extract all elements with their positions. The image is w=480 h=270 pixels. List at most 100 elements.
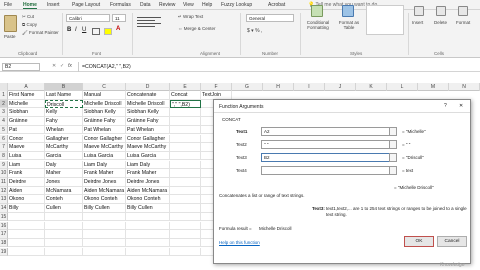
table-cell[interactable]: Deirdre Jones [126, 178, 170, 187]
tab-file[interactable]: File [4, 2, 12, 8]
table-cell[interactable] [170, 195, 201, 204]
table-cell[interactable] [170, 212, 201, 222]
table-cell[interactable]: Pat Whelan [83, 125, 126, 135]
bold-icon[interactable]: B [67, 27, 71, 33]
table-cell[interactable]: Pat [8, 125, 45, 135]
tab-formulas[interactable]: Formulas [110, 2, 131, 8]
arg-input-text2[interactable]: " " [261, 140, 391, 149]
table-cell[interactable]: Siobhan Kelly [126, 108, 170, 117]
table-cell[interactable]: Gráinne Fahy [83, 117, 126, 126]
table-cell[interactable]: Aiden McNamara [126, 186, 170, 196]
alignment-icons[interactable] [137, 15, 167, 35]
column-header[interactable]: G [232, 83, 263, 91]
table-cell[interactable] [83, 212, 126, 222]
insert-function-icon[interactable]: fx [68, 63, 72, 69]
row-header[interactable]: 12 [0, 186, 8, 196]
table-cell[interactable] [170, 143, 201, 152]
column-header[interactable]: F [201, 83, 232, 91]
table-cell[interactable] [83, 247, 126, 257]
table-cell[interactable]: Michelle Driscoll [83, 99, 126, 109]
column-header[interactable]: B [45, 83, 83, 91]
paste-icon[interactable] [4, 15, 17, 32]
formula-input[interactable]: =CONCAT(A2," ",B2) [82, 64, 131, 70]
range-select-icon[interactable] [389, 127, 397, 136]
table-cell[interactable]: Okono [8, 195, 45, 204]
table-cell[interactable] [170, 108, 201, 117]
table-cell[interactable]: Maeve McCarthy [126, 143, 170, 152]
row-header[interactable]: 11 [0, 178, 8, 187]
table-cell[interactable]: McCarthy [45, 143, 83, 152]
underline-icon[interactable]: U [82, 27, 86, 33]
conditional-formatting-button[interactable]: Conditional Formatting [303, 20, 333, 30]
row-header[interactable]: 19 [0, 247, 8, 257]
row-header[interactable]: 5 [0, 125, 8, 135]
table-cell[interactable]: Liam [8, 160, 45, 170]
table-cell[interactable] [45, 212, 83, 222]
table-cell[interactable]: Michelle Driscoll [126, 99, 170, 109]
table-cell[interactable]: Billy Cullen [83, 204, 126, 213]
table-cell[interactable]: Billy [8, 204, 45, 213]
row-header[interactable]: 6 [0, 134, 8, 143]
table-cell[interactable]: Cullen [45, 204, 83, 213]
row-header[interactable]: 9 [0, 160, 8, 170]
table-cell[interactable]: Whelan [45, 125, 83, 135]
row-header[interactable]: 15 [0, 212, 8, 222]
table-cell[interactable]: Kelly [45, 108, 83, 117]
table-cell[interactable]: Maeve McCarthy [83, 143, 126, 152]
format-cells-icon[interactable] [458, 6, 468, 16]
dialog-close-button[interactable]: ✕ [459, 103, 463, 109]
table-cell[interactable] [170, 151, 201, 161]
table-cell[interactable] [45, 238, 83, 248]
table-cell[interactable]: Billy Cullen [126, 204, 170, 213]
active-edit-cell[interactable]: "," ",B2) [170, 99, 201, 109]
tab-page-layout[interactable]: Page Layout [72, 2, 100, 8]
table-cell[interactable] [83, 221, 126, 230]
arg-input-text1[interactable]: A2 [261, 127, 391, 136]
column-header[interactable]: M [418, 83, 449, 91]
table-cell[interactable]: Okono Conteh [126, 195, 170, 204]
table-cell[interactable] [126, 238, 170, 248]
font-color-icon[interactable]: A [116, 26, 120, 32]
wrap-text-button[interactable]: ↵ Wrap Text [178, 14, 203, 20]
row-header[interactable]: 17 [0, 230, 8, 239]
table-cell[interactable]: Frank Maher [126, 169, 170, 178]
fill-color-icon[interactable] [104, 28, 112, 35]
dialog-help-button[interactable]: ? [444, 103, 447, 109]
ok-button[interactable]: OK [404, 236, 434, 247]
table-cell[interactable]: Liam Daly [83, 160, 126, 170]
range-select-icon[interactable] [389, 140, 397, 149]
table-cell[interactable] [8, 230, 45, 239]
table-cell[interactable] [170, 247, 201, 257]
table-cell[interactable] [8, 212, 45, 222]
font-name-select[interactable]: Calibri [66, 14, 110, 22]
cut-button[interactable]: ✂ Cut [22, 14, 34, 20]
column-header[interactable]: J [325, 83, 356, 91]
row-header[interactable]: 14 [0, 204, 8, 213]
cancel-button[interactable]: Cancel [437, 236, 467, 247]
table-cell[interactable]: Conor Gallagher [126, 134, 170, 143]
table-cell[interactable] [170, 125, 201, 135]
tab-insert[interactable]: Insert [47, 2, 60, 8]
table-cell[interactable] [83, 238, 126, 248]
column-header[interactable]: N [449, 83, 480, 91]
table-cell[interactable]: Daly [45, 160, 83, 170]
table-cell[interactable]: Aiden [8, 186, 45, 196]
table-cell[interactable] [8, 221, 45, 230]
row-header[interactable]: 2 [0, 99, 8, 109]
row-header[interactable]: 4 [0, 117, 8, 126]
table-cell[interactable] [8, 238, 45, 248]
column-header[interactable]: D [126, 83, 170, 91]
row-header[interactable]: 8 [0, 151, 8, 161]
table-cell[interactable] [170, 186, 201, 196]
row-header[interactable]: 7 [0, 143, 8, 152]
range-select-icon[interactable] [389, 166, 397, 175]
tab-review[interactable]: Review [159, 2, 175, 8]
table-cell[interactable] [126, 212, 170, 222]
table-cell[interactable] [126, 230, 170, 239]
table-cell[interactable]: Gráinne Fahy [126, 117, 170, 126]
format-as-table-icon[interactable] [342, 5, 354, 17]
tab-home[interactable]: Home [23, 2, 37, 9]
header-cell[interactable]: Manual [83, 91, 126, 100]
table-cell[interactable] [8, 247, 45, 257]
table-cell[interactable] [170, 160, 201, 170]
